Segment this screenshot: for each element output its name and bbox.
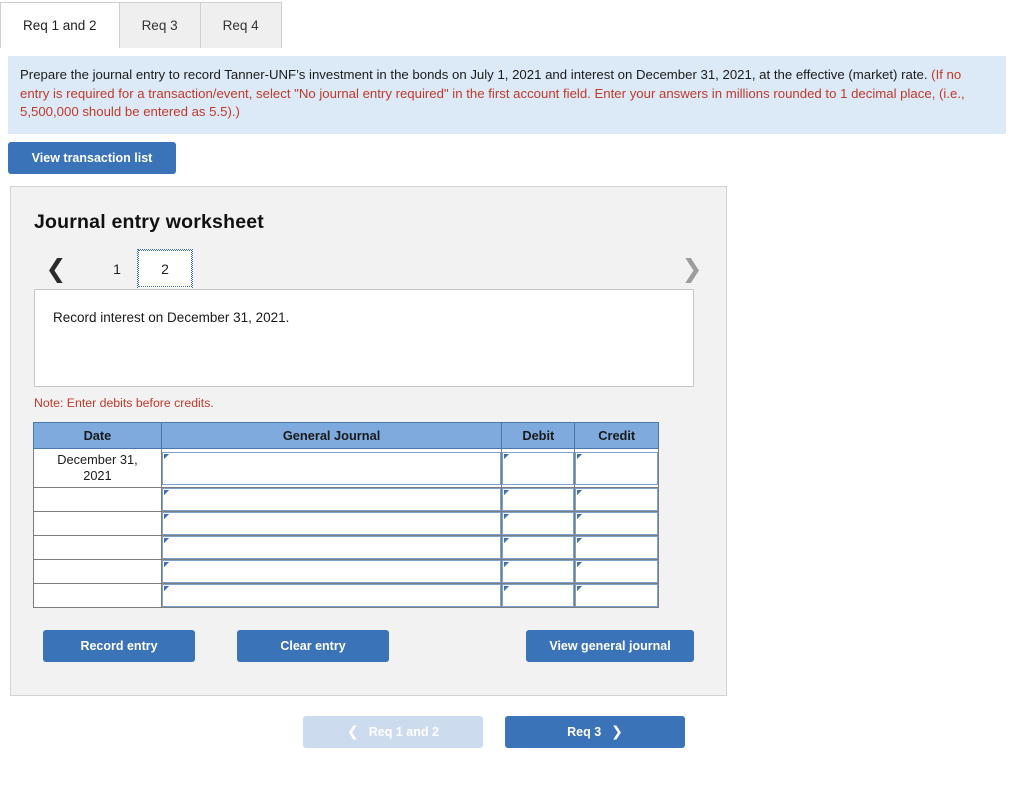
cell-general-journal[interactable] bbox=[160, 487, 503, 512]
table-row bbox=[33, 511, 659, 536]
debit-input[interactable] bbox=[502, 584, 575, 607]
cell-date bbox=[33, 511, 162, 536]
tab-req-1-and-2[interactable]: Req 1 and 2 bbox=[0, 2, 120, 48]
instructions-banner: Prepare the journal entry to record Tann… bbox=[8, 56, 1006, 134]
cell-date bbox=[33, 583, 162, 608]
cell-date bbox=[33, 559, 162, 584]
chevron-left-icon: ❮ bbox=[347, 724, 359, 740]
cell-debit[interactable] bbox=[501, 583, 576, 608]
entry-description-text: Record interest on December 31, 2021. bbox=[53, 310, 290, 325]
table-row bbox=[33, 487, 659, 512]
column-header-date: Date bbox=[33, 422, 162, 449]
cell-debit[interactable] bbox=[501, 511, 576, 536]
nav-prev-label: Req 1 and 2 bbox=[368, 725, 439, 739]
tab-strip: Req 1 and 2 Req 3 Req 4 bbox=[0, 0, 1024, 48]
view-general-journal-button[interactable]: View general journal bbox=[526, 630, 694, 662]
record-entry-button[interactable]: Record entry bbox=[43, 630, 195, 662]
table-row: December 31, 2021 bbox=[33, 448, 659, 488]
debits-before-credits-note: Note: Enter debits before credits. bbox=[34, 396, 214, 410]
cell-debit[interactable] bbox=[501, 448, 576, 488]
clear-entry-button[interactable]: Clear entry bbox=[237, 630, 389, 662]
cell-debit[interactable] bbox=[501, 535, 576, 560]
page-title: Journal entry worksheet bbox=[34, 211, 265, 233]
table-row bbox=[33, 559, 659, 584]
nav-next-button[interactable]: Req 3 ❯ bbox=[505, 716, 685, 748]
journal-entry-worksheet-panel: Journal entry worksheet ❮ 1 2 ❯ Record i… bbox=[10, 186, 727, 696]
column-header-credit: Credit bbox=[574, 422, 659, 449]
general-journal-input[interactable] bbox=[161, 584, 502, 607]
nav-prev-button[interactable]: ❮ Req 1 and 2 bbox=[303, 716, 483, 748]
cell-credit[interactable] bbox=[574, 487, 659, 512]
general-journal-input[interactable] bbox=[161, 488, 502, 511]
chevron-right-icon: ❯ bbox=[611, 724, 623, 740]
cell-general-journal[interactable] bbox=[160, 535, 503, 560]
worksheet-pager: ❮ 1 2 ❯ bbox=[33, 249, 705, 289]
chevron-right-icon[interactable]: ❯ bbox=[679, 253, 705, 283]
credit-input[interactable] bbox=[575, 560, 658, 583]
general-journal-input[interactable] bbox=[161, 512, 502, 535]
worksheet-page-2[interactable]: 2 bbox=[137, 249, 193, 288]
entry-description-box: Record interest on December 31, 2021. bbox=[34, 289, 694, 387]
cell-date bbox=[33, 487, 162, 512]
cell-debit[interactable] bbox=[501, 487, 576, 512]
cell-credit[interactable] bbox=[574, 535, 659, 560]
tab-req-3[interactable]: Req 3 bbox=[118, 2, 201, 48]
chevron-left-icon[interactable]: ❮ bbox=[43, 253, 69, 283]
cell-general-journal[interactable] bbox=[160, 448, 503, 488]
debit-input[interactable] bbox=[502, 512, 575, 535]
column-header-general-journal: General Journal bbox=[160, 422, 503, 449]
credit-input[interactable] bbox=[575, 536, 658, 559]
journal-entry-table: Date General Journal Debit Credit Decemb… bbox=[33, 422, 659, 608]
general-journal-input[interactable] bbox=[161, 536, 502, 559]
cell-general-journal[interactable] bbox=[160, 511, 503, 536]
cell-date: December 31, 2021 bbox=[33, 448, 162, 488]
column-header-debit: Debit bbox=[501, 422, 576, 449]
credit-input[interactable] bbox=[575, 584, 658, 607]
table-row bbox=[33, 535, 659, 560]
nav-next-label: Req 3 bbox=[567, 725, 602, 739]
credit-input[interactable] bbox=[575, 512, 658, 535]
view-transaction-list-button[interactable]: View transaction list bbox=[8, 142, 176, 174]
cell-credit[interactable] bbox=[574, 583, 659, 608]
cell-date bbox=[33, 535, 162, 560]
cell-debit[interactable] bbox=[501, 559, 576, 584]
cell-credit[interactable] bbox=[574, 559, 659, 584]
debit-input[interactable] bbox=[502, 536, 575, 559]
table-row bbox=[33, 583, 659, 608]
table-header-row: Date General Journal Debit Credit bbox=[33, 422, 659, 449]
cell-credit[interactable] bbox=[574, 448, 659, 488]
tab-req-4[interactable]: Req 4 bbox=[199, 2, 282, 48]
instructions-main-text: Prepare the journal entry to record Tann… bbox=[20, 67, 932, 82]
debit-input[interactable] bbox=[502, 560, 575, 583]
general-journal-input[interactable] bbox=[161, 560, 502, 583]
debit-input[interactable] bbox=[502, 488, 575, 511]
cell-general-journal[interactable] bbox=[160, 559, 503, 584]
cell-general-journal[interactable] bbox=[160, 583, 503, 608]
credit-input[interactable] bbox=[575, 451, 658, 485]
general-journal-input[interactable] bbox=[161, 451, 502, 485]
cell-credit[interactable] bbox=[574, 511, 659, 536]
credit-input[interactable] bbox=[575, 488, 658, 511]
debit-input[interactable] bbox=[502, 451, 575, 485]
